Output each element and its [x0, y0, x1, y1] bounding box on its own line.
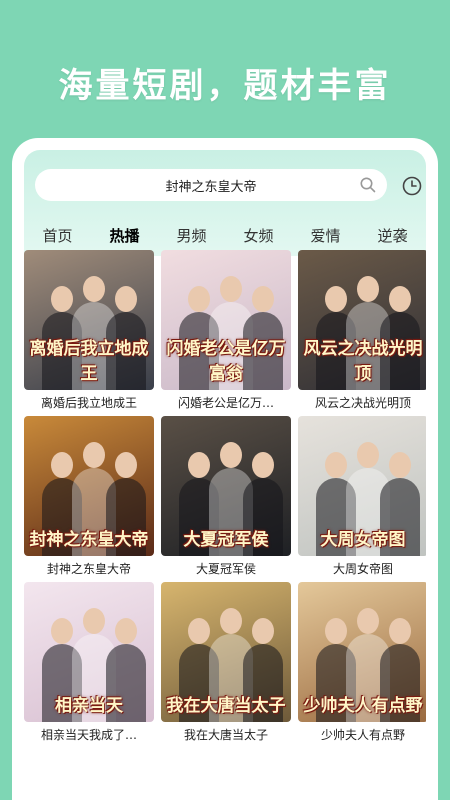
drama-card[interactable]: 相亲当天相亲当天我成了… [24, 582, 154, 743]
drama-title[interactable]: 大夏冠军侯 [161, 560, 291, 577]
drama-title[interactable]: 大周女帝图 [298, 560, 426, 577]
poster-figure-head [188, 618, 210, 644]
tab-0[interactable]: 首页 [42, 225, 72, 246]
poster-figure-head [325, 618, 347, 644]
category-tabs: 首页 热播 男频 女频 爱情 逆袭 [24, 219, 426, 251]
drama-poster[interactable]: 少帅夫人有点野 [298, 582, 426, 722]
poster-title-art: 相亲当天 [55, 696, 123, 716]
poster-figure-head [220, 442, 242, 468]
header-area: 封神之东皇大帝 首页 热播 男频 女频 爱情 逆袭 [24, 150, 426, 256]
drama-poster[interactable]: 封神之东皇大帝 [24, 416, 154, 556]
drama-card[interactable]: 风云之决战光明顶 风云之决战光明顶 [298, 250, 426, 411]
headline: 海量短剧，题材丰富 [58, 66, 392, 106]
poster-figure-head [115, 452, 137, 478]
tab-5[interactable]: 逆袭 [377, 225, 407, 246]
drama-title[interactable]: 闪婚老公是亿万… [161, 394, 291, 411]
poster-figure-head [389, 286, 411, 312]
clock-icon[interactable] [401, 175, 423, 197]
poster-figure-head [389, 452, 411, 478]
drama-poster[interactable]: 大周女帝图 [298, 416, 426, 556]
phone-frame: 封神之东皇大帝 首页 热播 男频 女频 爱情 逆袭 离婚后我立地成王 离婚后我立地成王 闪婚老… [12, 138, 438, 800]
poster-figure-head [357, 442, 379, 468]
poster-figure-head [220, 276, 242, 302]
tab-4[interactable]: 爱情 [310, 225, 340, 246]
poster-title-art: 封神之东皇大帝 [29, 530, 149, 550]
drama-title[interactable]: 封神之东皇大帝 [24, 560, 154, 577]
poster-figure-head [252, 452, 274, 478]
drama-poster[interactable]: 闪婚老公是亿万富翁 [161, 250, 291, 390]
poster-figure-head [188, 286, 210, 312]
drama-card[interactable]: 大周女帝图 大周女帝图 [298, 416, 426, 577]
poster-figure-head [115, 286, 137, 312]
drama-card[interactable]: 闪婚老公是亿万富翁闪婚老公是亿万… [161, 250, 291, 411]
tab-3[interactable]: 女频 [243, 225, 273, 246]
drama-title[interactable]: 我在大唐当太子 [161, 726, 291, 743]
poster-figure-head [51, 452, 73, 478]
poster-title-art: 闪婚老公是亿万富翁 [166, 339, 286, 384]
drama-card[interactable]: 少帅夫人有点野 少帅夫人有点野 [298, 582, 426, 743]
drama-title[interactable]: 离婚后我立地成王 [24, 394, 154, 411]
poster-title-art: 离婚后我立地成王 [29, 339, 149, 384]
app-screen: 封神之东皇大帝 首页 热播 男频 女频 爱情 逆袭 离婚后我立地成王 离婚后我立地成王 闪婚老… [24, 150, 426, 800]
poster-figure-head [252, 618, 274, 644]
drama-card[interactable]: 封神之东皇大帝 封神之东皇大帝 [24, 416, 154, 577]
poster-figure-head [83, 276, 105, 302]
poster-title-art: 少帅夫人有点野 [303, 696, 423, 716]
poster-figure-head [389, 618, 411, 644]
poster-title-art: 大夏冠军侯 [183, 530, 269, 550]
search-input[interactable]: 封神之东皇大帝 [35, 169, 387, 201]
drama-title[interactable]: 风云之决战光明顶 [298, 394, 426, 411]
tab-2[interactable]: 男频 [176, 225, 206, 246]
drama-card[interactable]: 离婚后我立地成王 离婚后我立地成王 [24, 250, 154, 411]
drama-title[interactable]: 少帅夫人有点野 [298, 726, 426, 743]
drama-poster[interactable]: 离婚后我立地成王 [24, 250, 154, 390]
poster-figure-head [115, 618, 137, 644]
drama-card[interactable]: 大夏冠军侯 大夏冠军侯 [161, 416, 291, 577]
poster-title-art: 我在大唐当太子 [166, 696, 286, 716]
poster-figure-head [188, 452, 210, 478]
poster-figure-head [51, 286, 73, 312]
drama-poster[interactable]: 我在大唐当太子 [161, 582, 291, 722]
poster-figure-head [83, 442, 105, 468]
poster-title-art: 大周女帝图 [320, 530, 406, 550]
tab-1[interactable]: 热播 [109, 225, 139, 246]
search-value: 封神之东皇大帝 [165, 179, 257, 195]
drama-title[interactable]: 相亲当天我成了… [24, 726, 154, 743]
poster-figure-head [357, 608, 379, 634]
drama-poster[interactable]: 相亲当天 [24, 582, 154, 722]
poster-figure-head [325, 286, 347, 312]
poster-figure-head [252, 286, 274, 312]
poster-figure-head [51, 618, 73, 644]
poster-figure-head [220, 608, 242, 634]
drama-poster[interactable]: 风云之决战光明顶 [298, 250, 426, 390]
drama-poster[interactable]: 大夏冠军侯 [161, 416, 291, 556]
poster-title-art: 风云之决战光明顶 [303, 339, 423, 384]
search-icon[interactable] [359, 176, 377, 194]
poster-figure-head [83, 608, 105, 634]
poster-figure-head [325, 452, 347, 478]
drama-card[interactable]: 我在大唐当太子 我在大唐当太子 [161, 582, 291, 743]
poster-figure-head [357, 276, 379, 302]
